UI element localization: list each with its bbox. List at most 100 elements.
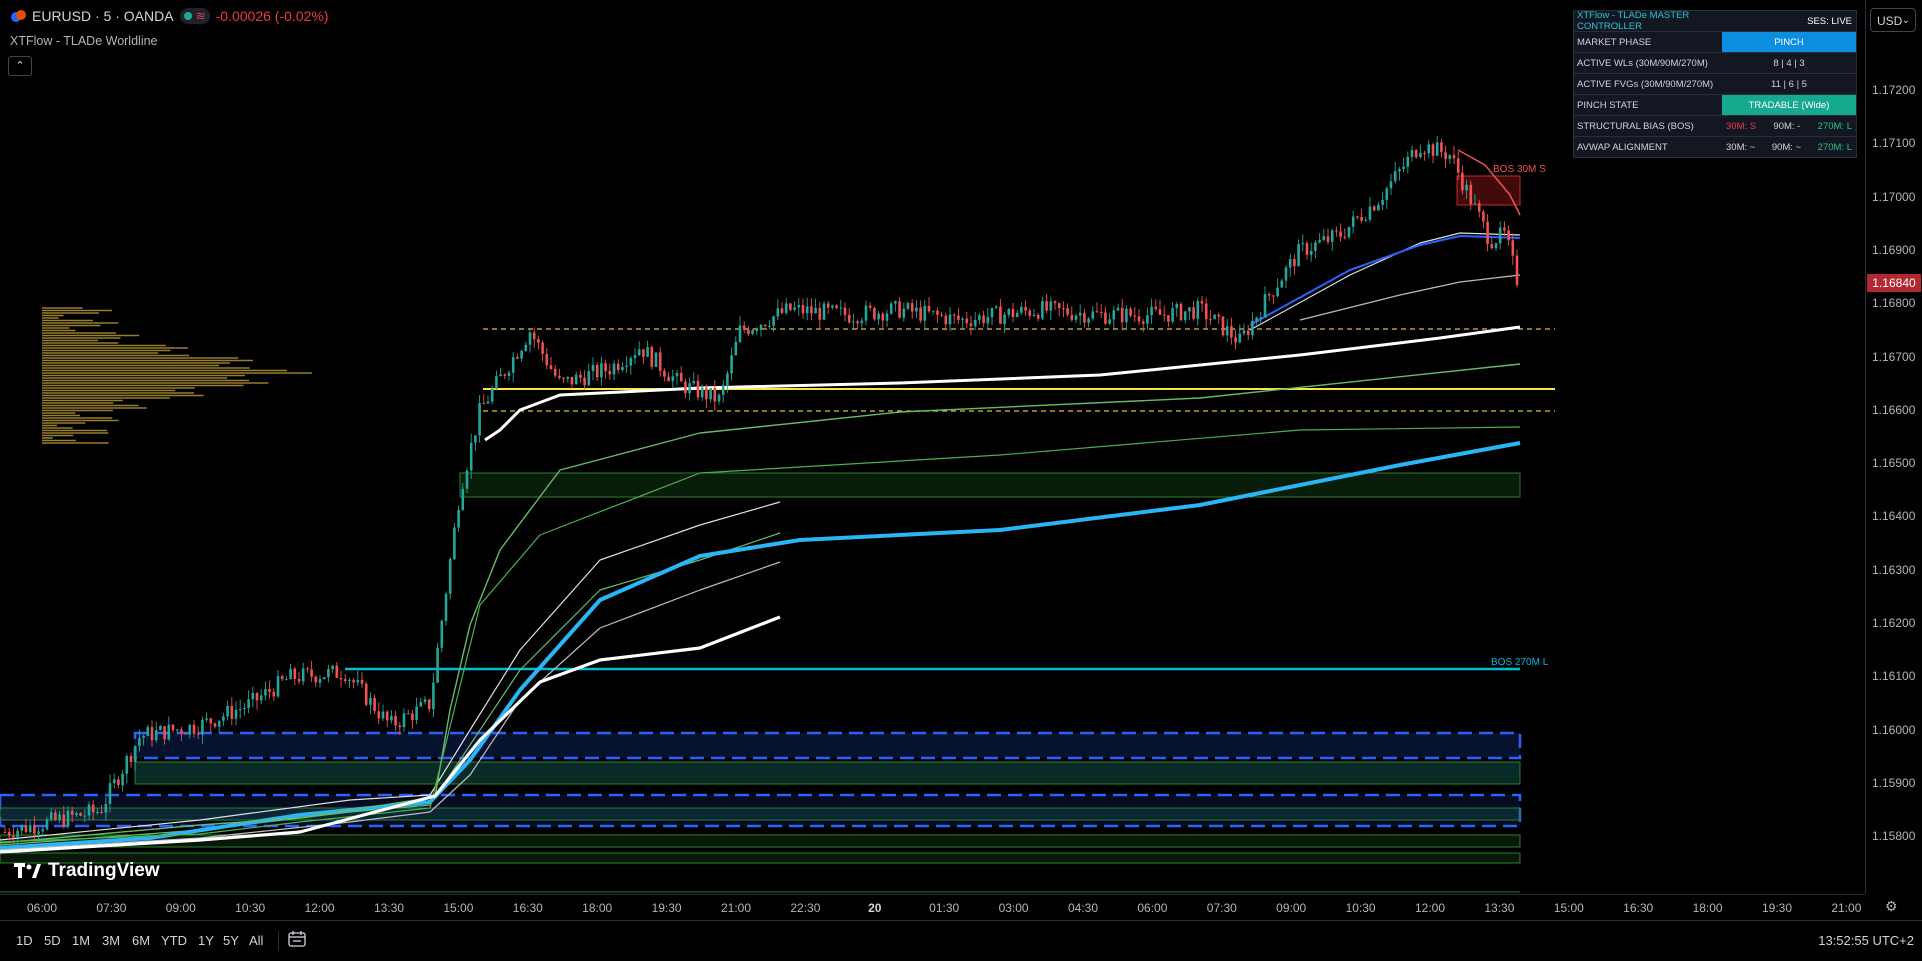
fvg-zone-green: [459, 472, 1521, 498]
candle-body: [390, 715, 393, 721]
time-axis[interactable]: 06:00 07:30 09:00 10:30 12:00 13:30 15:00 16:30…: [0, 894, 1865, 921]
candle-body: [1015, 312, 1019, 318]
candle-body: [1486, 221, 1489, 245]
candle-body: [595, 364, 599, 378]
controller-title: XTFlow - TLADe MASTER CONTROLLER: [1577, 10, 1690, 32]
candle-body: [1091, 311, 1095, 319]
collapse-indicators-button[interactable]: ⌃: [8, 56, 32, 76]
candle-body: [1108, 319, 1111, 324]
candle-body: [318, 679, 322, 683]
candle-body: [293, 668, 297, 679]
candle-body: [1167, 315, 1170, 322]
chart-pane[interactable]: EURUSD · 5 · OANDA ≋ -0.00026 (-0.02%) X…: [0, 0, 1865, 894]
range-button-5y[interactable]: 5Y: [223, 933, 239, 948]
market-status-badge[interactable]: ≋: [179, 8, 210, 24]
range-button-1d[interactable]: 1D: [16, 933, 33, 948]
candle-body: [209, 718, 213, 724]
candle-body: [259, 695, 263, 701]
candle-body: [243, 707, 246, 709]
candle-body: [1297, 243, 1300, 267]
candle-body: [1213, 314, 1216, 320]
candle-body: [898, 301, 901, 318]
candle-body: [667, 376, 670, 382]
bias-270m: 270M: L: [1817, 120, 1852, 132]
candle-body: [1339, 231, 1342, 237]
candle-body: [1028, 310, 1032, 316]
row-label: AVWAP ALIGNMENT: [1577, 141, 1668, 153]
price-scale[interactable]: 1.17200 1.17100 1.17000 1.16900 1.16800 1.167…: [1865, 0, 1922, 894]
candle-body: [100, 812, 103, 814]
market-open-dot-icon: [183, 12, 192, 20]
candle-body: [537, 339, 540, 343]
candle-body: [696, 380, 700, 398]
candle-body: [83, 815, 87, 817]
range-button-1y[interactable]: 1Y: [198, 933, 214, 948]
candle-body: [1280, 280, 1284, 288]
fvg-zone-green: [134, 761, 1521, 785]
candle-body: [520, 350, 523, 359]
candle-body: [868, 305, 872, 308]
candle-body: [1314, 242, 1317, 251]
candle-body: [759, 324, 763, 330]
controller-row-active-wls: ACTIVE WLs (30M/90M/270M) 8 | 4 | 3: [1574, 53, 1856, 74]
candle-body: [419, 702, 423, 707]
symbol-title[interactable]: EURUSD · 5 · OANDA: [32, 8, 174, 24]
candle-body: [104, 804, 108, 813]
candle-body: [427, 699, 431, 710]
candle-body: [1234, 337, 1237, 343]
candle-body: [289, 668, 292, 680]
range-button-5d[interactable]: 5D: [44, 933, 61, 948]
clock[interactable]: 13:52:55 UTC+2: [1818, 933, 1914, 948]
price-tick: 1.16200: [1872, 616, 1916, 630]
range-button-3m[interactable]: 3M: [102, 933, 120, 948]
calendar-icon[interactable]: [288, 931, 306, 947]
row-label: ACTIVE FVGs (30M/90M/270M): [1577, 78, 1714, 90]
candle-body: [1410, 150, 1414, 157]
candle-body: [915, 307, 918, 312]
candle-body: [138, 737, 141, 746]
candle-body: [717, 394, 721, 402]
indicator-name[interactable]: XTFlow - TLADe Worldline: [10, 34, 158, 48]
range-button-6m[interactable]: 6M: [132, 933, 150, 948]
candle-body: [7, 832, 11, 836]
candle-body: [251, 692, 255, 700]
candle-body: [772, 316, 775, 326]
fvg-zone-blue: [133, 731, 1522, 760]
candle-body: [1242, 330, 1246, 334]
tradingview-logo[interactable]: TradingView: [14, 860, 160, 882]
avwap-270m: 270M: L: [1817, 141, 1852, 153]
candle-body: [1284, 267, 1288, 281]
candle-body: [990, 307, 994, 318]
currency-selector[interactable]: USD ⌄: [1870, 8, 1916, 32]
price-tick: 1.16500: [1872, 456, 1916, 471]
candle-body: [721, 385, 725, 395]
candle-body: [335, 665, 339, 678]
candle-body: [705, 387, 708, 400]
candle-body: [385, 711, 389, 721]
candle-body: [616, 363, 620, 370]
candle-body: [1456, 158, 1460, 173]
row-label: STRUCTURAL BIAS (BOS): [1577, 120, 1694, 132]
range-button-all[interactable]: All: [249, 933, 263, 948]
range-button-ytd[interactable]: YTD: [161, 933, 187, 948]
candle-body: [1347, 226, 1351, 238]
candle-body: [1099, 311, 1103, 313]
candle-body: [923, 305, 927, 321]
gear-icon[interactable]: ⚙: [1885, 898, 1898, 915]
candle-body: [188, 724, 192, 735]
candle-body: [398, 725, 402, 728]
candle-body: [1398, 168, 1401, 172]
candle-body: [1406, 156, 1410, 167]
candle-body: [117, 779, 120, 786]
candle-body: [1515, 255, 1519, 285]
candle-body: [3, 831, 7, 833]
avwap-band-upper: [0, 501, 781, 841]
range-button-1m[interactable]: 1M: [72, 933, 90, 948]
candle-body: [490, 388, 494, 402]
candle-body: [150, 727, 154, 741]
candle-body: [1217, 314, 1221, 317]
candle-body: [1175, 303, 1179, 309]
candle-body: [835, 305, 838, 309]
avwap-values: 30M: ~ 90M: ~ 270M: L: [1722, 137, 1856, 157]
candle-body: [213, 723, 217, 727]
